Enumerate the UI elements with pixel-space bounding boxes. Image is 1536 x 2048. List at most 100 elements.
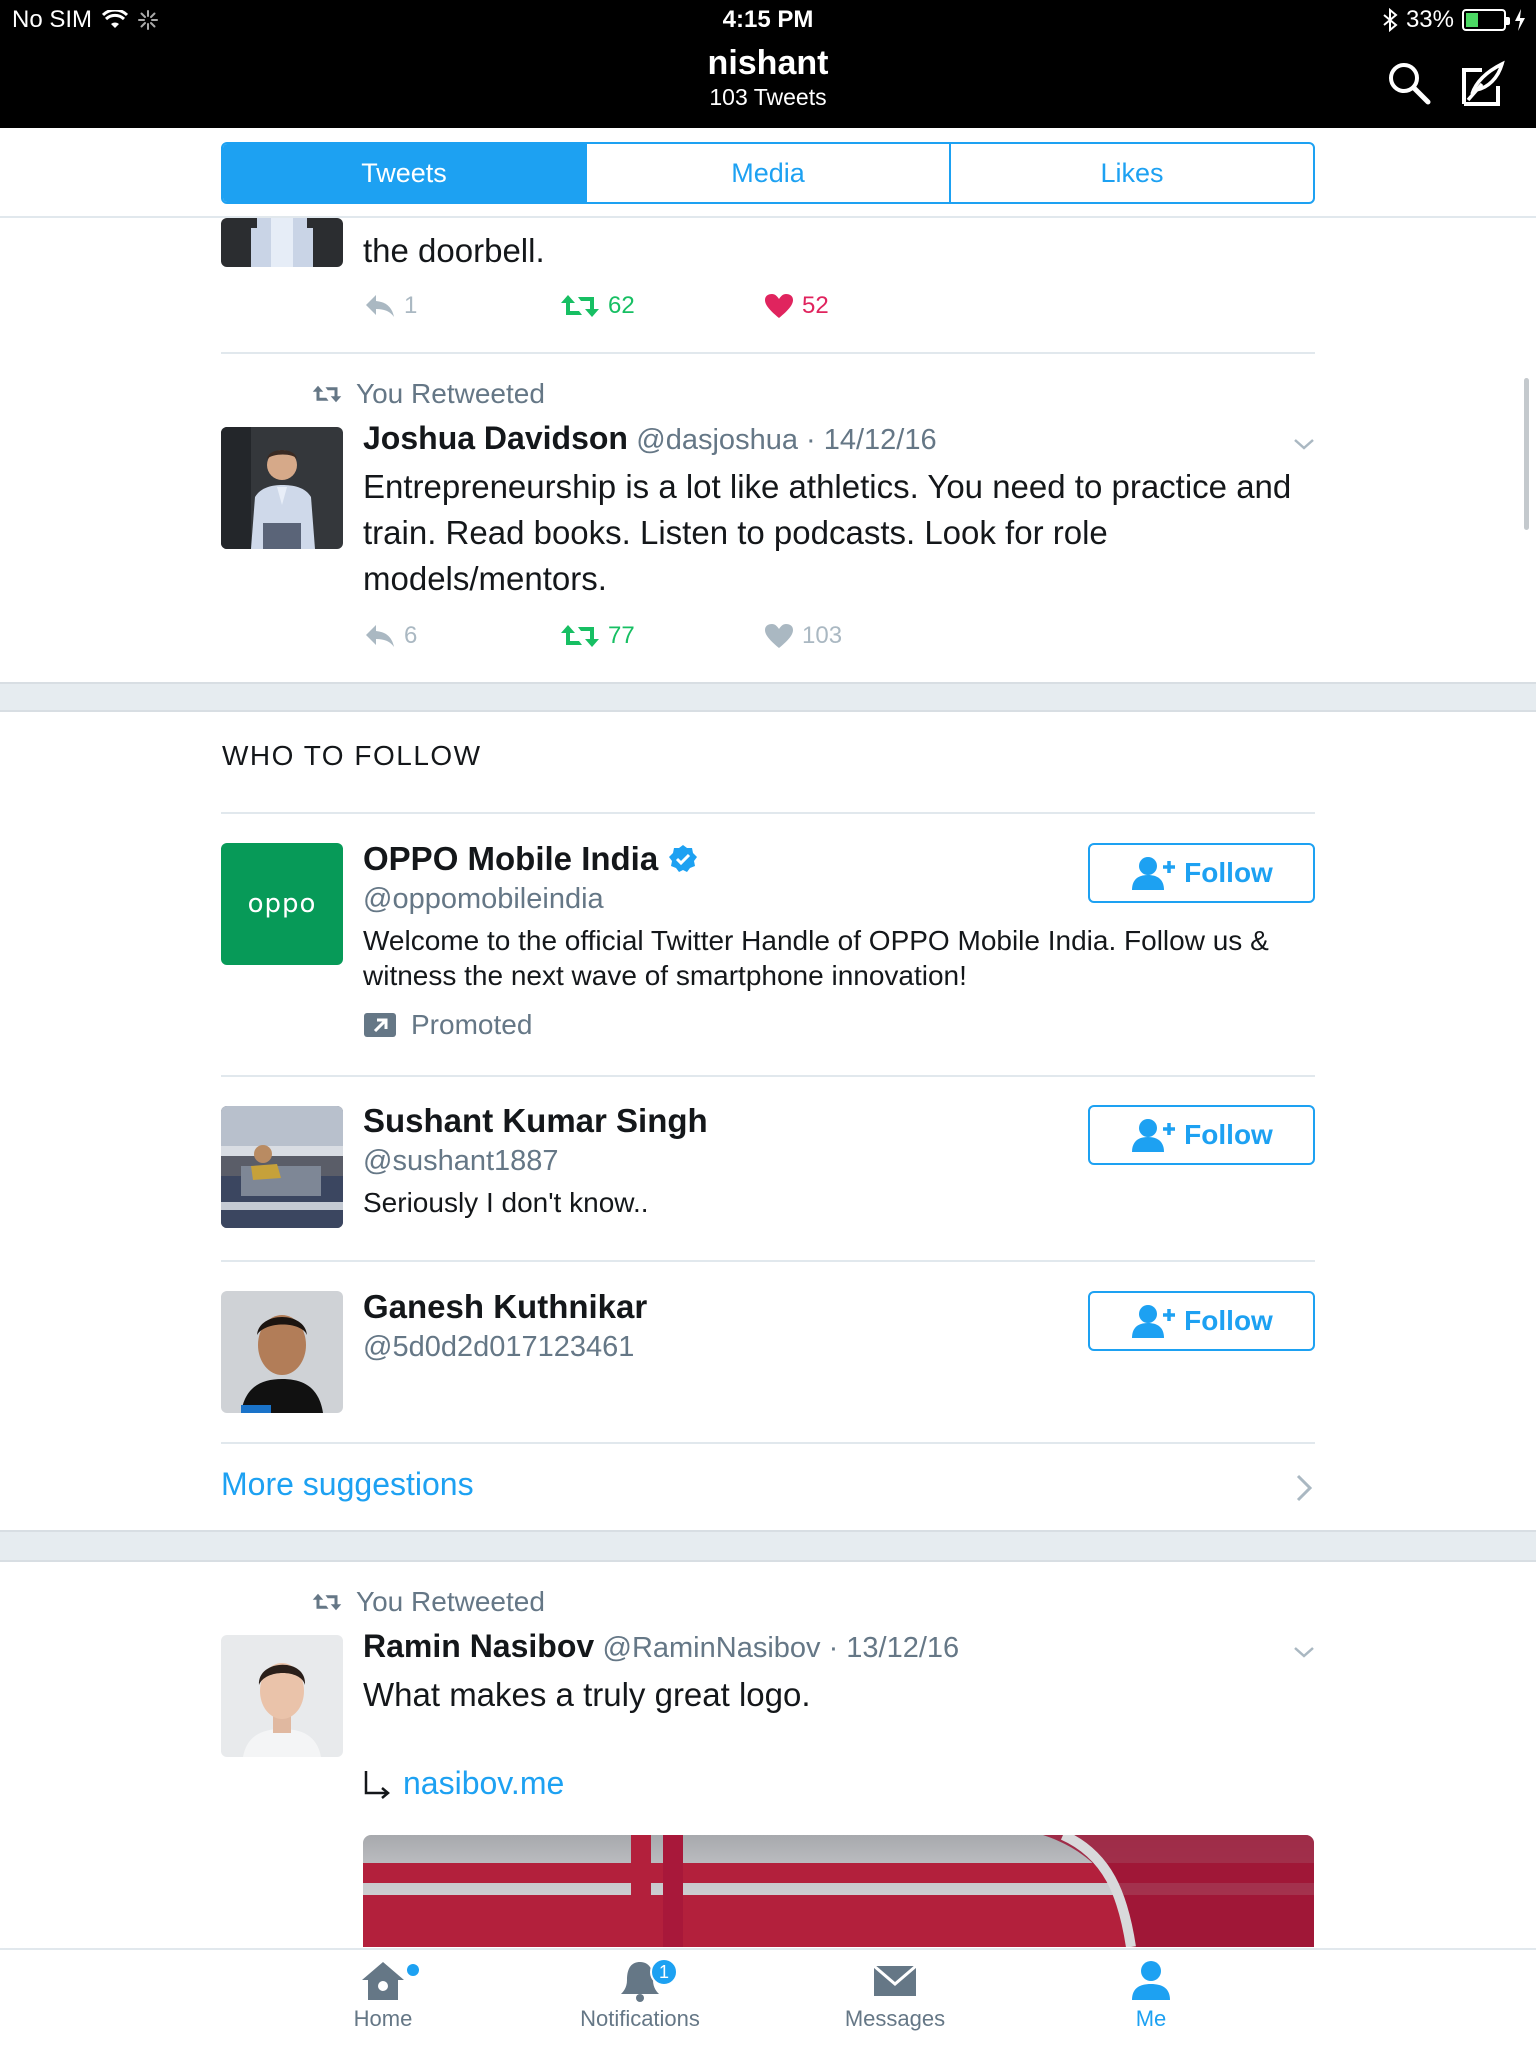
like-action[interactable]: 52 xyxy=(764,292,829,320)
account-name[interactable]: Sushant Kumar Singh xyxy=(363,1102,708,1140)
avatar[interactable] xyxy=(221,1635,343,1757)
link-arrow-icon xyxy=(364,1770,390,1799)
tab-messages-label: Messages xyxy=(844,2006,946,2031)
section-separator xyxy=(0,682,1536,712)
chevron-down-icon[interactable] xyxy=(1292,432,1316,456)
tab-notifications[interactable]: Notifications 1 xyxy=(540,1958,740,2032)
reply-icon xyxy=(366,625,394,647)
section-separator xyxy=(0,1530,1536,1562)
reply-count: 1 xyxy=(404,292,418,319)
reply-action[interactable]: 1 xyxy=(364,292,417,320)
battery-percent: 33% xyxy=(1405,6,1454,33)
tab-notifications-label: Notifications xyxy=(580,2006,700,2031)
like-count: 103 xyxy=(802,622,843,649)
follow-button[interactable]: Follow xyxy=(1088,843,1315,903)
home-icon xyxy=(362,1962,404,2000)
promoted-label: Promoted xyxy=(363,1009,532,1041)
retweet-count: 77 xyxy=(608,622,635,649)
avatar[interactable] xyxy=(221,218,343,267)
battery-icon xyxy=(1462,9,1510,31)
account-name-row: OPPO Mobile India xyxy=(363,840,698,878)
link-preview[interactable]: nasibov.me xyxy=(363,1765,564,1802)
tab-me[interactable]: Me xyxy=(1051,1958,1251,2032)
verified-badge-icon xyxy=(669,845,698,872)
more-suggestions-link[interactable]: More suggestions xyxy=(221,1466,474,1503)
status-time: 4:15 PM xyxy=(722,6,814,33)
who-to-follow-heading: WHO TO FOLLOW xyxy=(222,740,482,771)
divider xyxy=(221,1442,1315,1444)
segmented-control: Tweets Media Likes xyxy=(221,142,1315,204)
chevron-right-icon[interactable] xyxy=(1296,1474,1312,1502)
tab-likes[interactable]: Likes xyxy=(951,144,1313,202)
tab-tweets[interactable]: Tweets xyxy=(223,144,587,202)
oppo-logo-avatar[interactable]: oppo xyxy=(221,843,343,965)
follow-label: Follow xyxy=(1184,1119,1273,1150)
like-count: 52 xyxy=(802,292,829,319)
top-bar: No SIM 4:15 PM 33% nishant 103 Tweets xyxy=(0,0,1536,128)
tab-me-label: Me xyxy=(1135,2006,1167,2031)
follow-button[interactable]: Follow xyxy=(1088,1105,1315,1165)
bluetooth-icon xyxy=(1383,8,1398,32)
tweet-header: Ramin Nasibov @RaminNasibov · 13/12/16 xyxy=(363,1628,959,1665)
tab-home[interactable]: Home xyxy=(283,1958,483,2032)
account-name[interactable]: Ganesh Kuthnikar xyxy=(363,1288,647,1326)
tweet-text: What makes a truly great logo. xyxy=(363,1676,811,1713)
add-user-icon xyxy=(1132,1305,1176,1338)
avatar[interactable] xyxy=(221,427,343,549)
add-user-icon xyxy=(1132,857,1176,890)
reply-count: 6 xyxy=(404,622,418,649)
notification-badge: 1 xyxy=(650,1958,678,1986)
profile-icon xyxy=(1132,1961,1170,2000)
promoted-icon xyxy=(364,1013,396,1037)
compose-icon[interactable] xyxy=(1460,60,1506,106)
avatar[interactable] xyxy=(221,1291,343,1413)
heart-icon xyxy=(765,624,793,648)
account-handle: @5d0d2d017123461 xyxy=(363,1331,635,1363)
add-user-icon xyxy=(1132,1119,1176,1152)
retweet-context-label: You Retweeted xyxy=(356,1586,545,1617)
new-content-dot xyxy=(407,1964,419,1976)
author-meta: @dasjoshua · 14/12/16 xyxy=(636,424,937,456)
tweet-header: Joshua Davidson @dasjoshua · 14/12/16 xyxy=(363,420,937,457)
author-name[interactable]: Ramin Nasibov xyxy=(363,1628,594,1664)
retweet-count: 62 xyxy=(608,292,635,319)
retweet-action[interactable]: 77 xyxy=(560,622,635,650)
author-meta: @RaminNasibov · 13/12/16 xyxy=(602,1632,960,1664)
tweet-text: the doorbell. xyxy=(363,232,545,269)
heart-filled-icon xyxy=(765,294,793,318)
scrollbar[interactable] xyxy=(1524,378,1529,530)
link-card-image[interactable] xyxy=(363,1835,1314,1947)
divider xyxy=(221,812,1315,814)
divider xyxy=(221,1260,1315,1262)
retweet-context-label: You Retweeted xyxy=(356,378,545,409)
follow-label: Follow xyxy=(1184,1305,1273,1336)
retweet-small-icon xyxy=(312,1593,342,1611)
chevron-down-icon[interactable] xyxy=(1292,1640,1316,1664)
charging-icon xyxy=(1515,9,1525,31)
search-icon[interactable] xyxy=(1386,60,1432,106)
retweet-context: You Retweeted xyxy=(312,1586,545,1618)
tab-media[interactable]: Media xyxy=(587,144,951,202)
like-action[interactable]: 103 xyxy=(764,622,842,650)
author-name[interactable]: Joshua Davidson xyxy=(363,420,628,456)
reply-icon xyxy=(366,295,394,317)
retweet-context: You Retweeted xyxy=(312,378,545,410)
tweet-count-subtitle: 103 Tweets xyxy=(709,84,827,110)
divider xyxy=(221,1075,1315,1077)
reply-action[interactable]: 6 xyxy=(364,622,417,650)
account-name[interactable]: OPPO Mobile India xyxy=(363,840,658,878)
follow-button[interactable]: Follow xyxy=(1088,1291,1315,1351)
retweet-action[interactable]: 62 xyxy=(560,292,635,320)
segment-bar: Tweets Media Likes xyxy=(0,128,1536,218)
retweet-small-icon xyxy=(312,385,342,403)
tab-messages[interactable]: Messages xyxy=(795,1958,995,2032)
account-bio: Seriously I don't know.. xyxy=(363,1187,649,1218)
envelope-icon xyxy=(873,1964,917,1996)
retweet-icon xyxy=(561,295,599,317)
avatar[interactable] xyxy=(221,1106,343,1228)
promoted-text: Promoted xyxy=(411,1009,533,1040)
account-handle: @sushant1887 xyxy=(363,1145,559,1177)
oppo-logo-text: oppo xyxy=(247,889,317,919)
account-handle: @oppomobileindia xyxy=(363,883,604,915)
divider xyxy=(221,352,1315,354)
